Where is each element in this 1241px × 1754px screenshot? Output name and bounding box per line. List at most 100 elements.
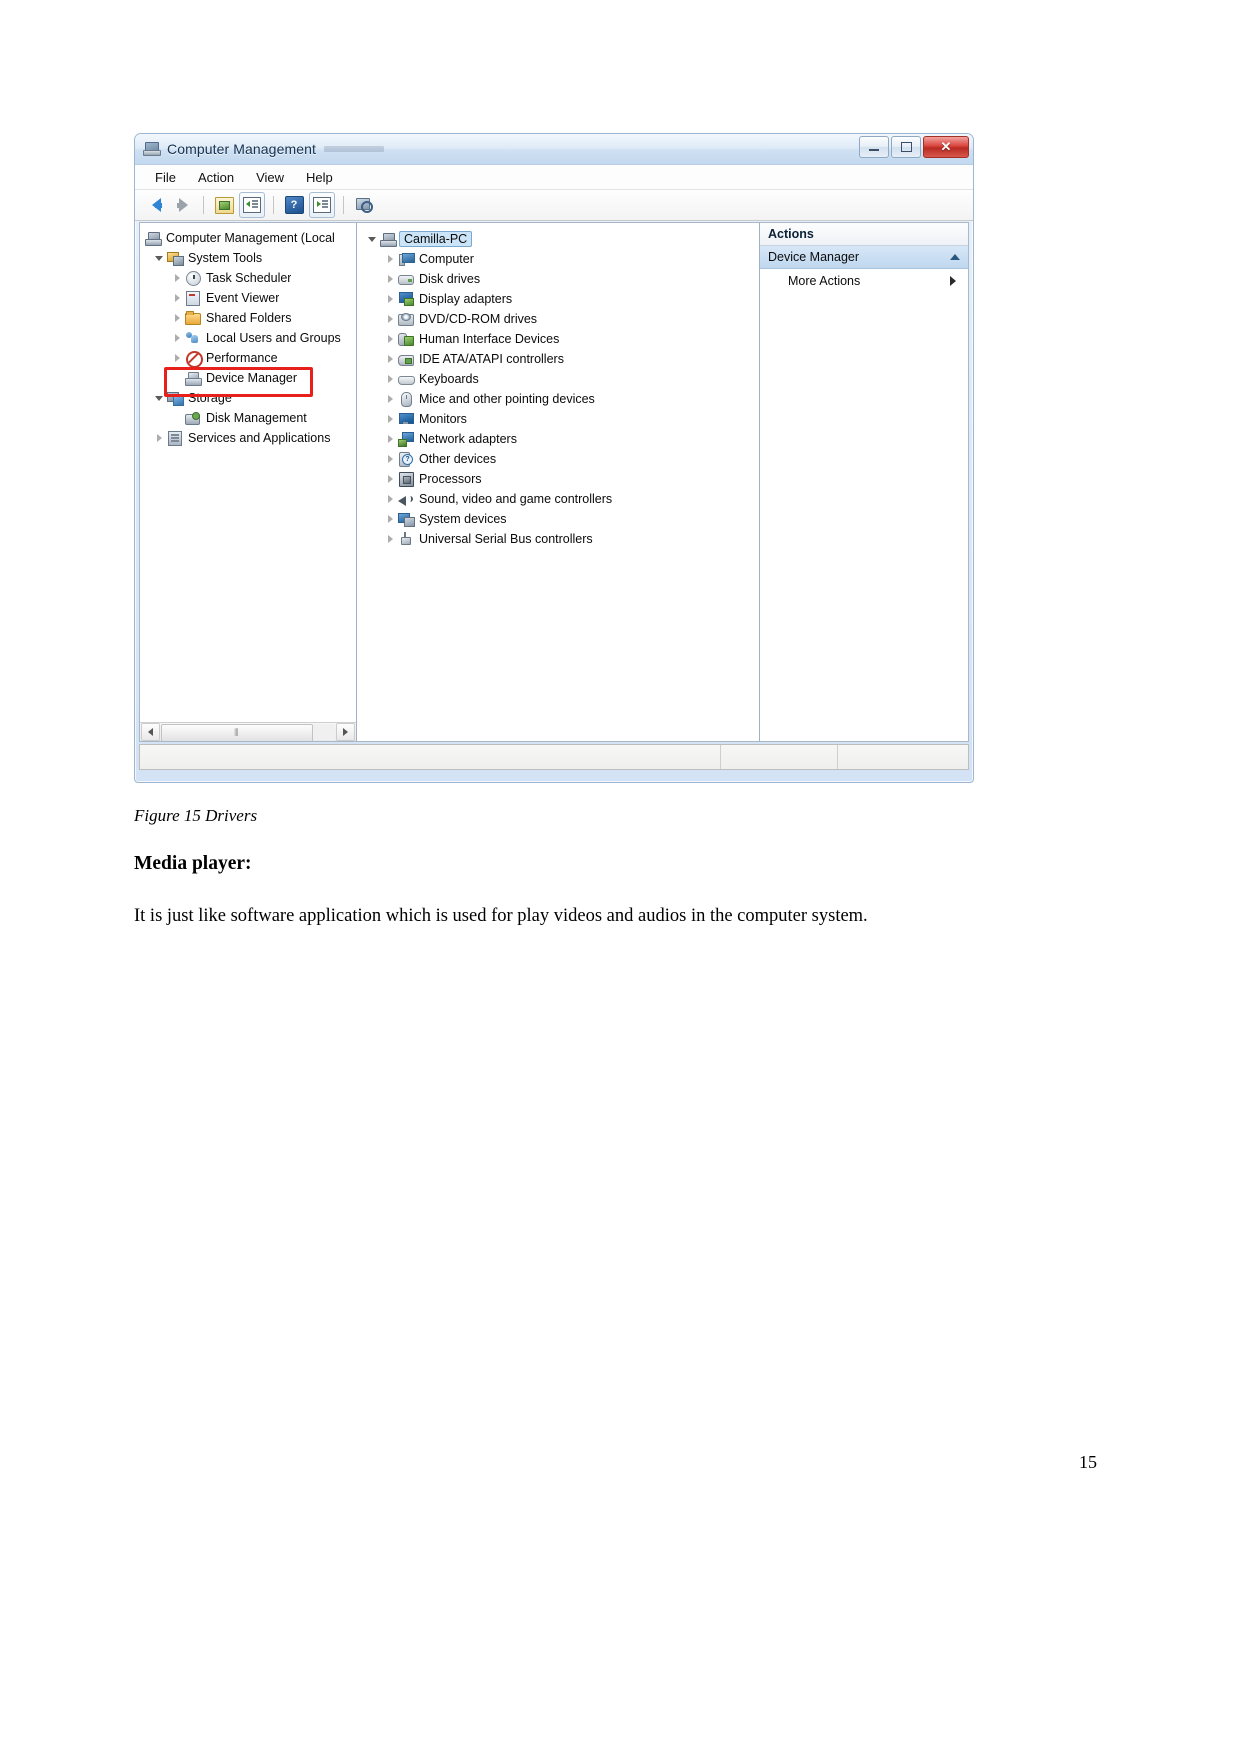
device-label: Display adapters xyxy=(419,292,513,306)
expander-closed-icon[interactable] xyxy=(383,275,397,283)
expander-open-icon[interactable] xyxy=(365,236,379,242)
back-arrow-icon[interactable] xyxy=(144,193,168,217)
device-category-ide-ata-atapi-controllers[interactable]: IDE ATA/ATAPI controllers xyxy=(357,349,759,369)
device-category-monitors[interactable]: Monitors xyxy=(357,409,759,429)
status-bar xyxy=(139,744,969,770)
tree-item-performance[interactable]: Performance xyxy=(140,348,356,368)
expander-closed-icon[interactable] xyxy=(152,434,166,442)
expander-closed-icon[interactable] xyxy=(170,314,184,322)
device-category-computer[interactable]: Computer xyxy=(357,249,759,269)
disk-management-icon xyxy=(184,410,201,426)
expander-closed-icon[interactable] xyxy=(383,375,397,383)
expander-closed-icon[interactable] xyxy=(383,435,397,443)
show-hide-action-pane-icon[interactable] xyxy=(239,192,265,218)
device-tree-pane[interactable]: Camilla-PC Computer Disk drives Display … xyxy=(357,223,760,741)
mouse-icon xyxy=(397,391,414,407)
tree-item-system-tools[interactable]: System Tools xyxy=(140,248,356,268)
scroll-right-icon[interactable] xyxy=(336,723,355,741)
expander-open-icon[interactable] xyxy=(152,395,166,401)
tree-label: Local Users and Groups xyxy=(206,331,341,345)
menubar[interactable]: File Action View Help xyxy=(135,165,973,190)
expander-closed-icon[interactable] xyxy=(383,415,397,423)
device-tree[interactable]: Camilla-PC Computer Disk drives Display … xyxy=(357,223,759,549)
expander-closed-icon[interactable] xyxy=(383,255,397,263)
device-label: Keyboards xyxy=(419,372,479,386)
expander-closed-icon[interactable] xyxy=(170,274,184,282)
scrollbar-thumb[interactable]: ⦀ xyxy=(161,724,313,741)
device-category-sound-video-and-game-controllers[interactable]: Sound, video and game controllers xyxy=(357,489,759,509)
figure-caption: Figure 15 Drivers xyxy=(134,806,258,825)
device-label: DVD/CD-ROM drives xyxy=(419,312,538,326)
expander-closed-icon[interactable] xyxy=(383,335,397,343)
device-category-universal-serial-bus-controllers[interactable]: Universal Serial Bus controllers xyxy=(357,529,759,549)
console-tree[interactable]: Computer Management (Local System Tools xyxy=(140,223,356,448)
tree-item-event-viewer[interactable]: Event Viewer xyxy=(140,288,356,308)
device-label: System devices xyxy=(419,512,507,526)
expander-closed-icon[interactable] xyxy=(383,535,397,543)
expander-closed-icon[interactable] xyxy=(170,334,184,342)
console-tree-pane[interactable]: Computer Management (Local System Tools xyxy=(140,223,357,741)
expander-closed-icon[interactable] xyxy=(383,315,397,323)
menu-action[interactable]: Action xyxy=(188,167,244,188)
device-category-dvd-cdrom-drives[interactable]: DVD/CD-ROM drives xyxy=(357,309,759,329)
maximize-button[interactable] xyxy=(891,136,921,158)
tree-item-computer-management[interactable]: Computer Management (Local xyxy=(140,228,356,248)
actions-device-manager-bar[interactable]: Device Manager xyxy=(760,246,968,269)
menu-view[interactable]: View xyxy=(246,167,294,188)
minimize-button[interactable] xyxy=(859,136,889,158)
tree-item-shared-folders[interactable]: Shared Folders xyxy=(140,308,356,328)
actions-pane[interactable]: Actions Device Manager More Actions xyxy=(760,223,968,741)
expander-closed-icon[interactable] xyxy=(383,515,397,523)
device-category-display-adapters[interactable]: Display adapters xyxy=(357,289,759,309)
device-node-camilla-pc[interactable]: Camilla-PC xyxy=(357,229,759,249)
forward-arrow-icon[interactable] xyxy=(171,193,195,217)
window-titlebar[interactable]: Computer Management ✕ xyxy=(135,134,973,165)
device-category-network-adapters[interactable]: Network adapters xyxy=(357,429,759,449)
chevron-up-icon[interactable] xyxy=(950,254,960,260)
scroll-left-icon[interactable] xyxy=(141,723,160,741)
show-hide-console-tree-icon[interactable] xyxy=(212,193,236,217)
tree-item-device-manager[interactable]: Device Manager xyxy=(140,368,356,388)
help-icon[interactable]: ? xyxy=(282,193,306,217)
expander-closed-icon[interactable] xyxy=(383,295,397,303)
close-button[interactable]: ✕ xyxy=(923,136,969,158)
actions-section-label: Device Manager xyxy=(768,250,860,264)
device-category-mice-and-other-pointing-devices[interactable]: Mice and other pointing devices xyxy=(357,389,759,409)
device-label: Disk drives xyxy=(419,272,481,286)
tree-horizontal-scrollbar[interactable]: ⦀ xyxy=(140,722,356,741)
menu-file[interactable]: File xyxy=(145,167,186,188)
expander-closed-icon[interactable] xyxy=(383,355,397,363)
device-category-other-devices[interactable]: ? Other devices xyxy=(357,449,759,469)
computer-management-icon xyxy=(143,141,161,157)
expander-closed-icon[interactable] xyxy=(383,395,397,403)
device-category-disk-drives[interactable]: Disk drives xyxy=(357,269,759,289)
refresh-scan-icon[interactable] xyxy=(352,193,376,217)
window-controls[interactable]: ✕ xyxy=(859,136,969,158)
expander-closed-icon[interactable] xyxy=(383,495,397,503)
device-label: Computer xyxy=(419,252,474,266)
expander-closed-icon[interactable] xyxy=(383,475,397,483)
expander-open-icon[interactable] xyxy=(152,255,166,261)
action-more-actions[interactable]: More Actions xyxy=(760,269,968,293)
device-category-keyboards[interactable]: Keyboards xyxy=(357,369,759,389)
tree-item-disk-management[interactable]: Disk Management xyxy=(140,408,356,428)
chevron-right-icon[interactable] xyxy=(950,276,956,286)
expander-closed-icon[interactable] xyxy=(170,294,184,302)
tree-item-task-scheduler[interactable]: Task Scheduler xyxy=(140,268,356,288)
device-category-system-devices[interactable]: System devices xyxy=(357,509,759,529)
toolbar[interactable]: ? xyxy=(135,190,973,221)
device-category-processors[interactable]: Processors xyxy=(357,469,759,489)
status-cell-3 xyxy=(838,745,969,769)
expander-closed-icon[interactable] xyxy=(383,455,397,463)
device-category-human-interface-devices[interactable]: Human Interface Devices xyxy=(357,329,759,349)
device-label: Processors xyxy=(419,472,482,486)
action-label: More Actions xyxy=(788,274,861,288)
show-hide-details-icon[interactable] xyxy=(309,192,335,218)
tree-item-storage[interactable]: Storage xyxy=(140,388,356,408)
menu-help[interactable]: Help xyxy=(296,167,343,188)
expander-closed-icon[interactable] xyxy=(170,354,184,362)
tree-label: Event Viewer xyxy=(206,291,280,305)
scrollbar-track[interactable]: ⦀ xyxy=(161,724,335,741)
tree-item-local-users-and-groups[interactable]: Local Users and Groups xyxy=(140,328,356,348)
tree-item-services-and-applications[interactable]: Services and Applications xyxy=(140,428,356,448)
